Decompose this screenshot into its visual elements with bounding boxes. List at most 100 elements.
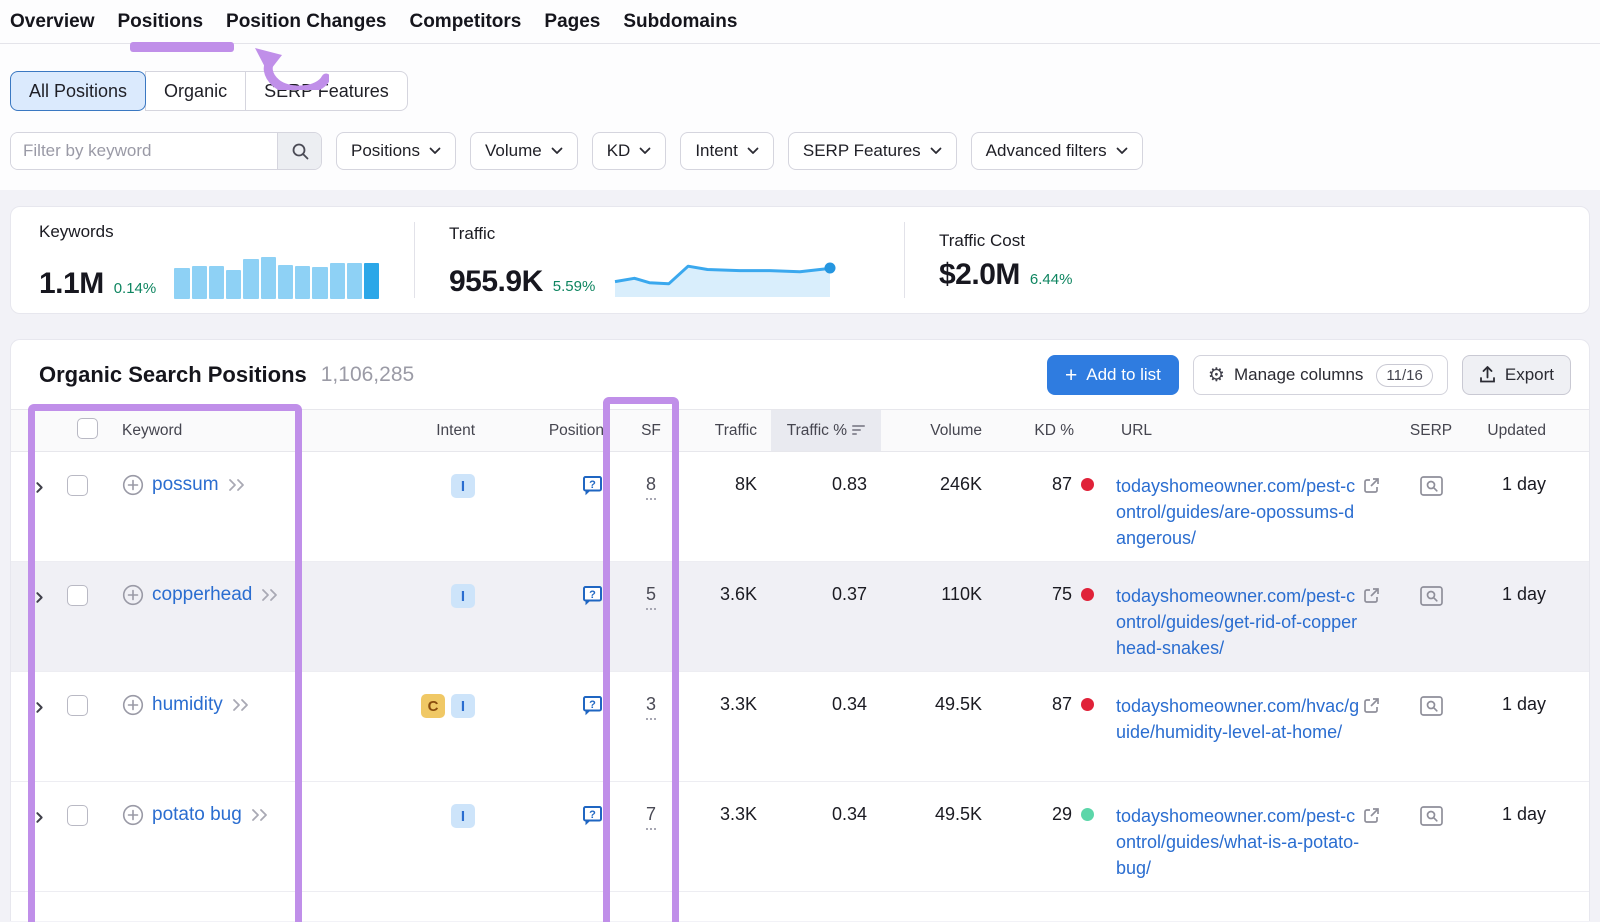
export-icon [1479,366,1496,384]
header-updated[interactable]: Updated [1461,410,1590,452]
header-traffic[interactable]: Traffic [686,410,771,452]
export-button[interactable]: Export [1462,355,1571,395]
row-expand-toggle[interactable] [11,452,67,562]
row-expand-toggle[interactable] [11,562,67,672]
double-chevron-icon[interactable] [250,808,270,822]
search-button[interactable] [277,133,321,169]
volume-value: 246K [881,452,996,562]
external-link-icon[interactable] [1362,476,1381,500]
chevron-right-icon [33,591,46,604]
manage-columns-button[interactable]: ⚙ Manage columns 11/16 [1193,355,1448,395]
toggle-serp-features[interactable]: SERP Features [245,71,408,111]
header-select-all [67,410,107,452]
serp-preview-button[interactable] [1401,782,1461,892]
sort-descending-icon [852,424,867,436]
table-row: possum I ? 8 8K 0.83 246K 87 todayshomeo… [11,452,1590,562]
chevron-down-icon [1116,147,1128,155]
filter-kd-dropdown[interactable]: KD [592,132,667,170]
tab-competitors[interactable]: Competitors [409,11,521,33]
tab-position-changes[interactable]: Position Changes [226,11,386,33]
chevron-down-icon [551,147,563,155]
tab-subdomains[interactable]: Subdomains [623,11,737,33]
serp-preview-button[interactable] [1401,562,1461,672]
add-keyword-icon[interactable] [122,474,144,496]
row-expand-toggle[interactable] [11,782,67,892]
volume-value: 49.5K [881,672,996,782]
header-volume[interactable]: Volume [881,410,996,452]
header-url[interactable]: URL [1106,410,1401,452]
header-serp: SERP [1401,410,1461,452]
toggle-all-positions[interactable]: All Positions [10,71,146,111]
filter-volume-dropdown[interactable]: Volume [470,132,578,170]
header-kd[interactable]: KD % [996,410,1106,452]
external-link-icon[interactable] [1362,806,1381,830]
add-keyword-icon[interactable] [122,584,144,606]
tab-pages[interactable]: Pages [544,11,600,33]
position-question-icon[interactable]: ? [581,694,604,717]
keyword-link[interactable]: humidity [152,694,223,716]
keywords-trend-chart [174,251,379,299]
header-traffic-pct[interactable]: Traffic % [771,410,881,452]
stat-traffic-cost-value: $2.0M [939,260,1020,290]
add-to-list-button[interactable]: + Add to list [1047,355,1179,395]
url-link[interactable]: todayshomeowner.com/pest-control/guides/… [1116,474,1362,552]
position-type-toggle: All Positions Organic SERP Features [10,71,1600,111]
double-chevron-icon[interactable] [231,698,251,712]
tab-positions[interactable]: Positions [118,11,204,33]
select-all-checkbox[interactable] [77,418,98,439]
traffic-pct-value: 0.34 [771,782,881,892]
row-expand-toggle[interactable] [11,672,67,782]
filter-advanced-dropdown[interactable]: Advanced filters [971,132,1143,170]
position-question-icon[interactable]: ? [581,584,604,607]
url-link[interactable]: todayshomeowner.com/pest-control/guides/… [1116,804,1362,882]
table-title: Organic Search Positions [39,362,307,388]
keyword-link[interactable]: possum [152,474,219,496]
toggle-organic[interactable]: Organic [145,71,246,111]
stats-divider [904,222,905,298]
row-checkbox[interactable] [67,695,88,716]
serp-preview-button[interactable] [1401,672,1461,782]
traffic-pct-value: 0.83 [771,452,881,562]
add-keyword-icon[interactable] [122,804,144,826]
sf-count-link[interactable]: 3 [646,694,656,720]
sf-count-link[interactable]: 8 [646,474,656,500]
filter-serp-features-dropdown[interactable]: SERP Features [788,132,957,170]
row-checkbox[interactable] [67,585,88,606]
header-position[interactable]: Position [489,410,616,452]
keyword-link[interactable]: copperhead [152,584,252,606]
filter-intent-dropdown[interactable]: Intent [680,132,774,170]
url-link[interactable]: todayshomeowner.com/pest-control/guides/… [1116,584,1362,662]
traffic-value: 8K [686,452,771,562]
external-link-icon[interactable] [1362,696,1381,720]
stat-keywords-value: 1.1M [39,269,104,299]
chevron-down-icon [429,147,441,155]
kd-value: 75 [1052,584,1072,604]
position-question-icon[interactable]: ? [581,474,604,497]
url-link[interactable]: todayshomeowner.com/hvac/guide/humidity-… [1116,694,1362,746]
plus-icon: + [1065,365,1077,386]
sf-count-link[interactable]: 5 [646,584,656,610]
row-checkbox[interactable] [67,475,88,496]
chevron-right-icon [33,481,46,494]
double-chevron-icon[interactable] [227,478,247,492]
kd-difficulty-dot [1081,698,1094,711]
sf-count-link[interactable]: 7 [646,804,656,830]
traffic-trend-endpoint [825,262,836,273]
header-keyword[interactable]: Keyword [107,410,317,452]
filter-positions-dropdown[interactable]: Positions [336,132,456,170]
header-sf[interactable]: SF [616,410,686,452]
row-checkbox[interactable] [67,805,88,826]
tab-overview[interactable]: Overview [10,11,95,33]
filter-serp-features-label: SERP Features [803,141,921,161]
keyword-link[interactable]: potato bug [152,804,242,826]
double-chevron-icon[interactable] [260,588,280,602]
header-traffic-pct-label: Traffic % [787,422,847,439]
svg-text:?: ? [589,479,596,491]
add-keyword-icon[interactable] [122,694,144,716]
position-question-icon[interactable]: ? [581,804,604,827]
header-intent[interactable]: Intent [317,410,489,452]
keyword-filter-input[interactable] [11,133,277,169]
traffic-pct-value: 0.37 [771,562,881,672]
serp-preview-button[interactable] [1401,452,1461,562]
external-link-icon[interactable] [1362,586,1381,610]
